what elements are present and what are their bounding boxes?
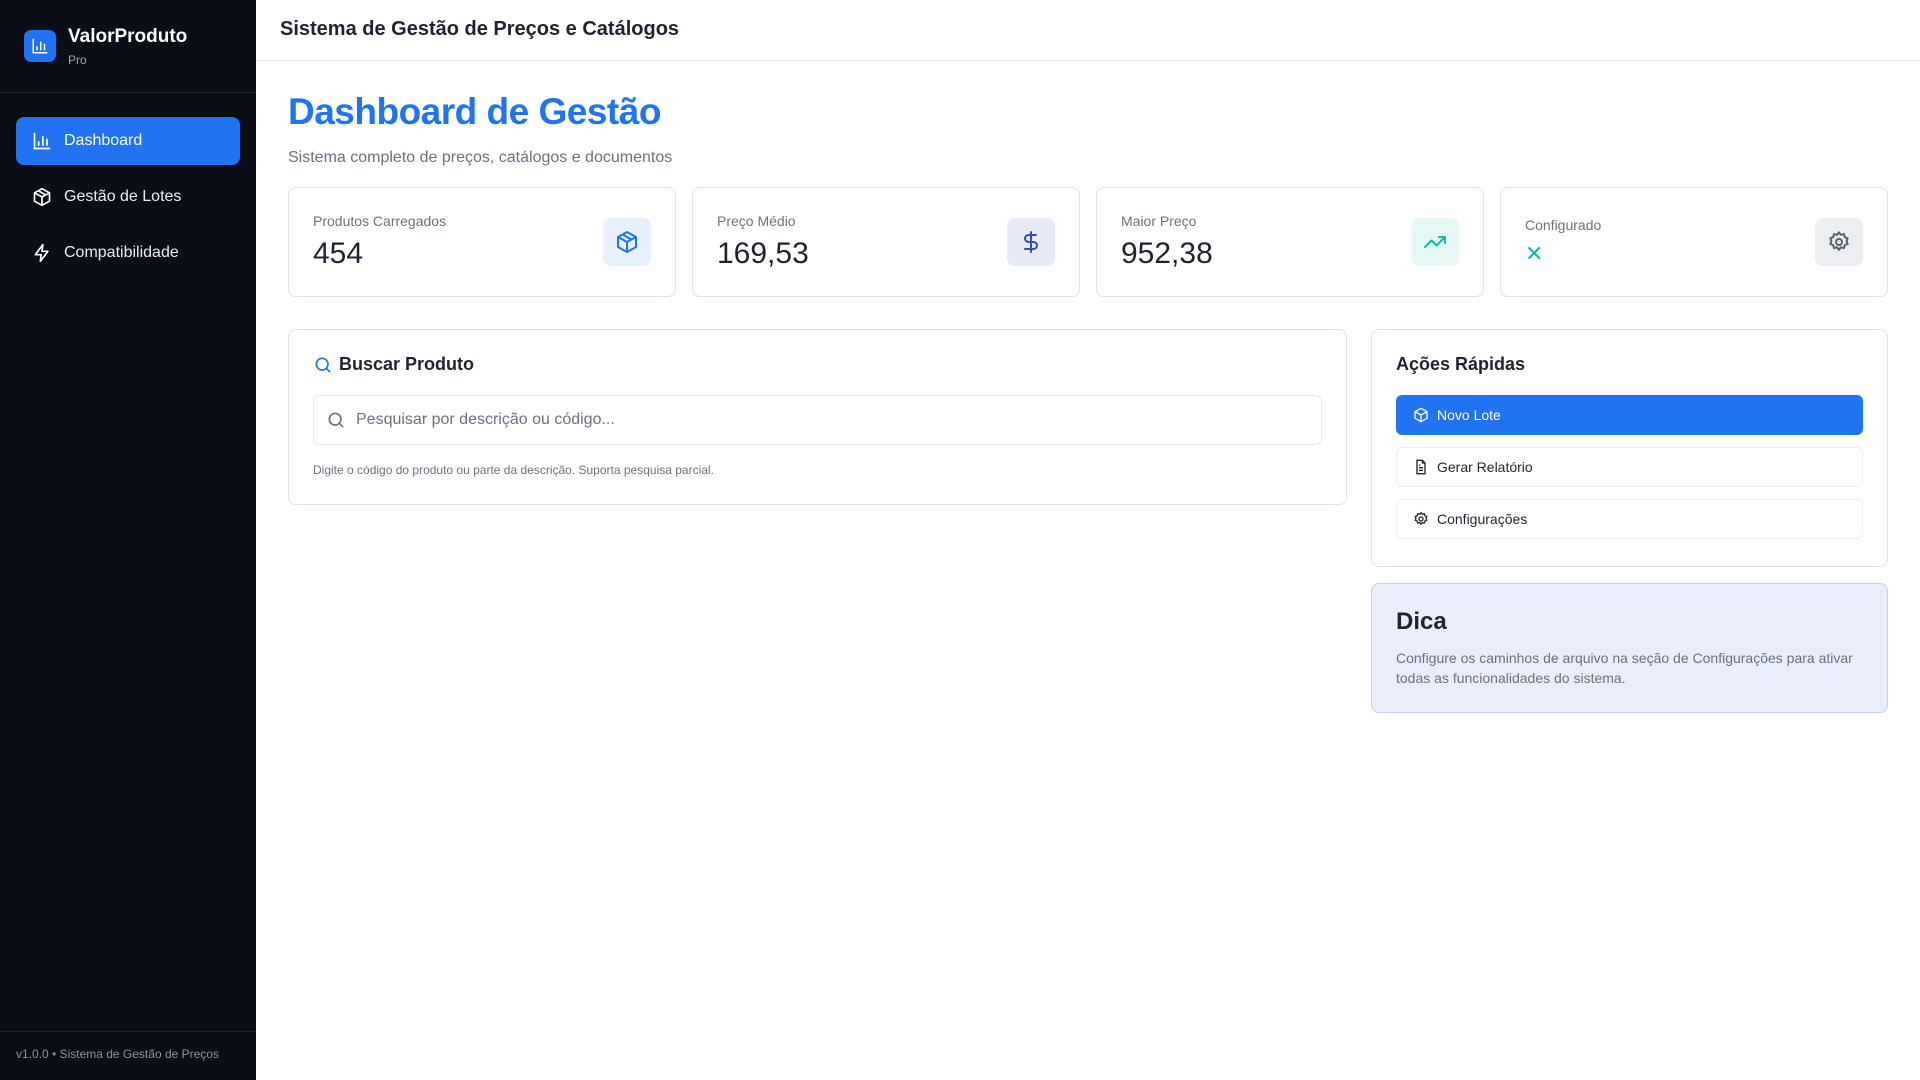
app-tier: Pro <box>68 52 87 67</box>
app-name: ValorProduto <box>68 25 188 47</box>
search-card: Buscar Produto Pesquisar por descrição o… <box>288 329 1347 505</box>
bar-chart-icon <box>32 131 52 151</box>
configuracoes-button[interactable]: Configurações <box>1396 499 1863 539</box>
search-icon <box>326 410 346 430</box>
gear-icon <box>1413 511 1429 527</box>
dollar-icon <box>1007 218 1055 266</box>
quick-actions-title: Ações Rápidas <box>1396 354 1526 374</box>
button-label: Configurações <box>1437 511 1528 527</box>
sidebar-item-compatibilidade[interactable]: Compatibilidade <box>16 229 240 277</box>
tip-card: Dica Configure os caminhos de arquivo na… <box>1371 583 1888 713</box>
stat-card-configurado: Configurado ✕ <box>1500 187 1888 297</box>
quick-actions-card: Ações Rápidas Novo Lote Gerar Relatório … <box>1371 329 1888 567</box>
gerar-relatorio-button[interactable]: Gerar Relatório <box>1396 447 1863 487</box>
search-icon <box>313 355 333 375</box>
stat-card-preco-medio: Preço Médio 169,53 <box>692 187 1080 297</box>
sidebar-item-gestao-de-lotes[interactable]: Gestão de Lotes <box>16 173 240 221</box>
stat-label: Maior Preço <box>1121 213 1197 229</box>
package-icon <box>32 187 52 207</box>
sidebar-item-label: Gestão de Lotes <box>64 188 182 205</box>
stat-label: Produtos Carregados <box>313 213 447 229</box>
brand: ValorProduto Pro <box>0 0 256 93</box>
zap-icon <box>32 243 52 263</box>
button-label: Novo Lote <box>1437 407 1501 423</box>
page-subtitle: Sistema completo de preços, catálogos e … <box>288 149 673 166</box>
sidebar-item-label: Compatibilidade <box>64 244 179 261</box>
bar-chart-icon <box>24 30 56 62</box>
button-label: Gerar Relatório <box>1437 459 1533 475</box>
header-title: Sistema de Gestão de Preços e Catálogos <box>256 0 1920 61</box>
stat-card-produtos: Produtos Carregados 454 <box>288 187 676 297</box>
stat-card-maior-preco: Maior Preço 952,38 <box>1096 187 1484 297</box>
novo-lote-button[interactable]: Novo Lote <box>1396 395 1863 435</box>
stat-value: 952,38 <box>1121 237 1213 270</box>
stat-value: 169,53 <box>717 237 809 270</box>
search-title: Buscar Produto <box>339 354 475 374</box>
search-placeholder: Pesquisar por descrição ou código... <box>356 411 615 428</box>
stat-value-x-icon: ✕ <box>1525 241 1544 266</box>
gear-icon <box>1815 218 1863 266</box>
stat-label: Configurado <box>1525 217 1602 233</box>
stat-value: 454 <box>313 237 364 270</box>
search-input[interactable]: Pesquisar por descrição ou código... <box>313 395 1322 445</box>
package-icon <box>1413 407 1429 423</box>
sidebar-item-dashboard[interactable]: Dashboard <box>16 117 240 165</box>
version-footer: v1.0.0 • Sistema de Gestão de Preços <box>0 1031 256 1080</box>
search-hint: Digite o código do produto ou parte da d… <box>313 463 714 477</box>
page-title: Dashboard de Gestão <box>288 91 661 132</box>
stat-label: Preço Médio <box>717 213 796 229</box>
sidebar-item-label: Dashboard <box>64 132 143 149</box>
tip-text: Configure os caminhos de arquivo na seçã… <box>1396 650 1853 686</box>
sidebar: ValorProduto Pro Dashboard Gestão de Lote… <box>0 0 256 1080</box>
trending-up-icon <box>1411 218 1459 266</box>
file-text-icon <box>1413 459 1429 475</box>
package-icon <box>603 218 651 266</box>
tip-title: Dica <box>1396 608 1447 635</box>
